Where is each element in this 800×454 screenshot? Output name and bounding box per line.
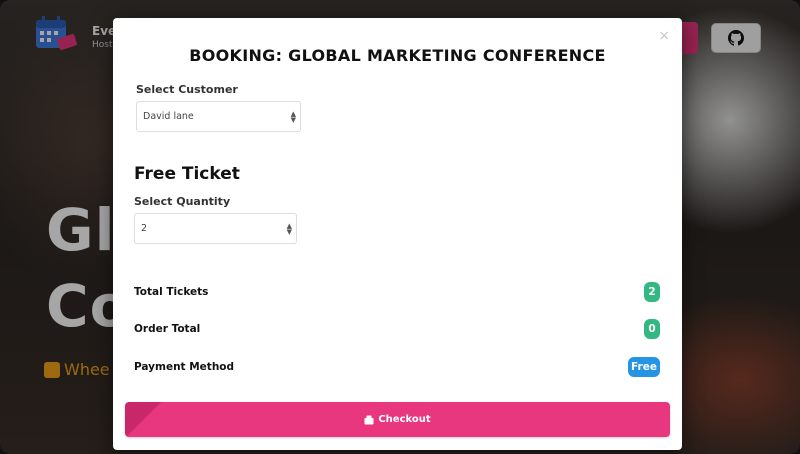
checkout-button[interactable]: Checkout [125,402,670,437]
payment-method-label: Payment Method [134,361,235,373]
total-tickets-label: Total Tickets [134,286,209,298]
ticket-icon [364,415,374,424]
order-total-label: Order Total [134,323,201,335]
customer-select-value: David lane [143,111,194,122]
select-chevron-icon: ▲ ▼ [286,221,292,236]
customer-select[interactable]: David lane ▲ ▼ [136,101,301,132]
close-icon[interactable]: × [658,28,670,44]
ticket-type-heading: Free Ticket [134,164,240,184]
quantity-select[interactable]: 2 ▲ ▼ [134,213,297,244]
total-tickets-badge: 2 [644,282,660,302]
select-chevron-icon: ▲ ▼ [290,109,296,124]
select-customer-label: Select Customer [136,83,238,96]
select-quantity-label: Select Quantity [134,195,231,208]
payment-method-badge: Free [628,357,660,377]
quantity-select-value: 2 [141,223,148,234]
booking-modal: × BOOKING: GLOBAL MARKETING CONFERENCE S… [113,18,682,450]
checkout-label: Checkout [378,414,431,425]
order-total-badge: 0 [644,319,660,339]
modal-title: BOOKING: GLOBAL MARKETING CONFERENCE [189,46,606,65]
